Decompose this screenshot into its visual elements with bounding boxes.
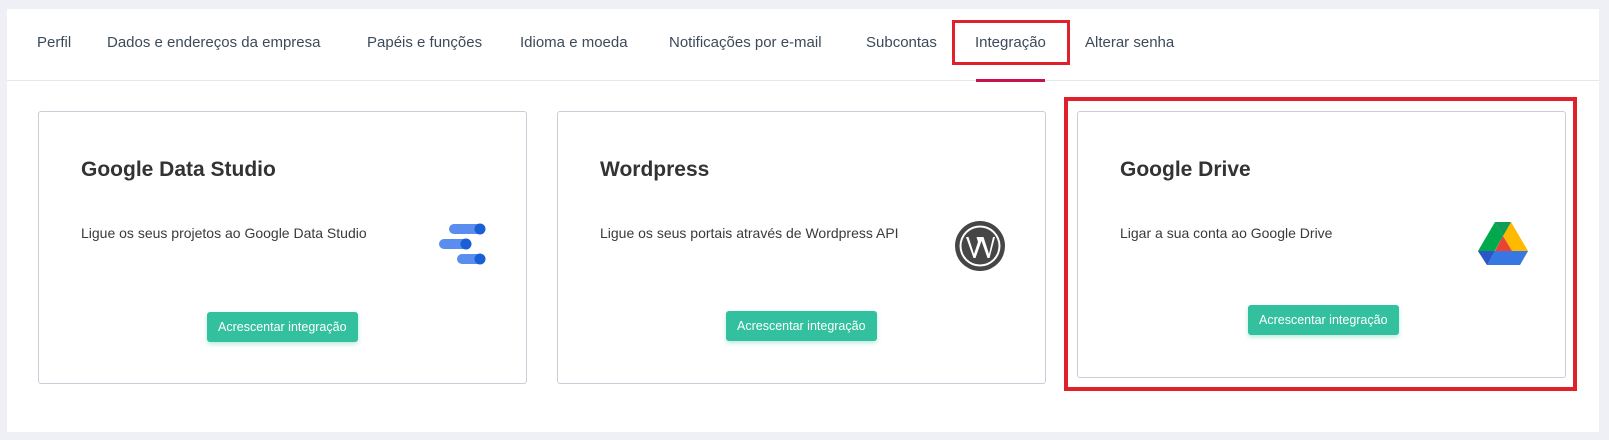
add-integration-button[interactable]: Acrescentar integração: [1248, 305, 1399, 335]
wordpress-icon: [955, 221, 1005, 271]
tab-notificacoes-email[interactable]: Notificações por e-mail: [669, 9, 822, 81]
integration-card-wordpress: Wordpress Ligue os seus portais através …: [557, 111, 1046, 384]
tab-idioma-moeda[interactable]: Idioma e moeda: [520, 9, 628, 81]
tab-integracao[interactable]: Integração: [975, 9, 1046, 82]
tab-subcontas[interactable]: Subcontas: [866, 9, 937, 81]
card-description: Ligar a sua conta ao Google Drive: [1120, 225, 1333, 241]
add-integration-button[interactable]: Acrescentar integração: [726, 311, 877, 341]
settings-panel: Perfil Dados e endereços da empresa Papé…: [7, 9, 1599, 432]
card-title: Google Drive: [1120, 158, 1251, 181]
google-drive-icon: [1478, 222, 1528, 265]
tab-papeis-funcoes[interactable]: Papéis e funções: [367, 9, 482, 81]
integration-card-google-data-studio: Google Data Studio Ligue os seus projeto…: [38, 111, 527, 384]
tab-perfil[interactable]: Perfil: [37, 9, 71, 81]
tab-alterar-senha[interactable]: Alterar senha: [1085, 9, 1174, 81]
tab-dados-empresa[interactable]: Dados e endereços da empresa: [107, 9, 320, 81]
card-title: Wordpress: [600, 158, 710, 181]
card-description: Ligue os seus portais através de Wordpre…: [600, 225, 899, 241]
add-integration-button[interactable]: Acrescentar integração: [207, 312, 358, 342]
integration-card-google-drive: Google Drive Ligar a sua conta ao Google…: [1077, 111, 1566, 378]
google-data-studio-icon: [439, 223, 486, 265]
card-title: Google Data Studio: [81, 158, 276, 181]
settings-tabs: Perfil Dados e endereços da empresa Papé…: [7, 9, 1599, 82]
card-description: Ligue os seus projetos ao Google Data St…: [81, 225, 367, 241]
